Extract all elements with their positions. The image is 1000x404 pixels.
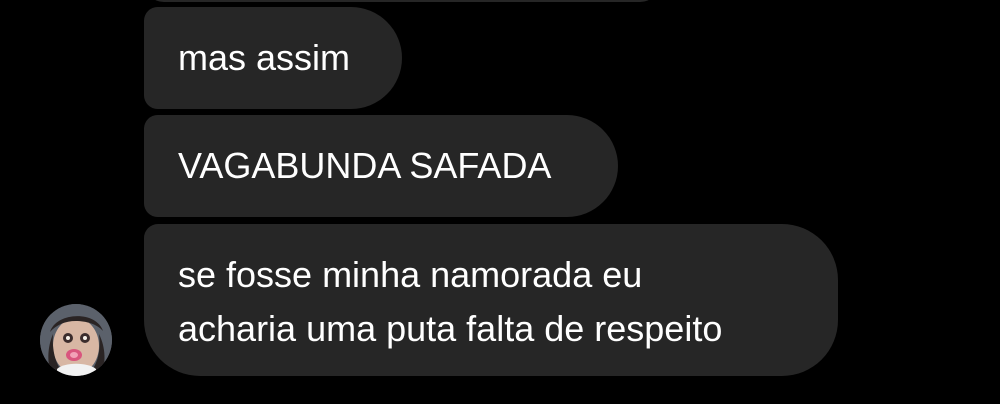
message-text-line: se fosse minha namorada eu — [178, 254, 643, 295]
avatar[interactable] — [40, 304, 112, 376]
chat-thread: mas assim VAGABUNDA SAFADA se fosse minh… — [0, 0, 1000, 404]
message-text-line: acharia uma puta falta de respeito — [178, 308, 723, 349]
profile-photo-icon — [40, 304, 112, 376]
message-bubble[interactable]: VAGABUNDA SAFADA — [144, 115, 618, 217]
message-bubble[interactable]: mas assim — [144, 7, 402, 109]
previous-message-bubble[interactable] — [144, 0, 660, 2]
message-bubble[interactable]: se fosse minha namorada eu acharia uma p… — [144, 224, 838, 376]
message-text: VAGABUNDA SAFADA — [178, 145, 552, 186]
message-text: mas assim — [178, 37, 351, 78]
